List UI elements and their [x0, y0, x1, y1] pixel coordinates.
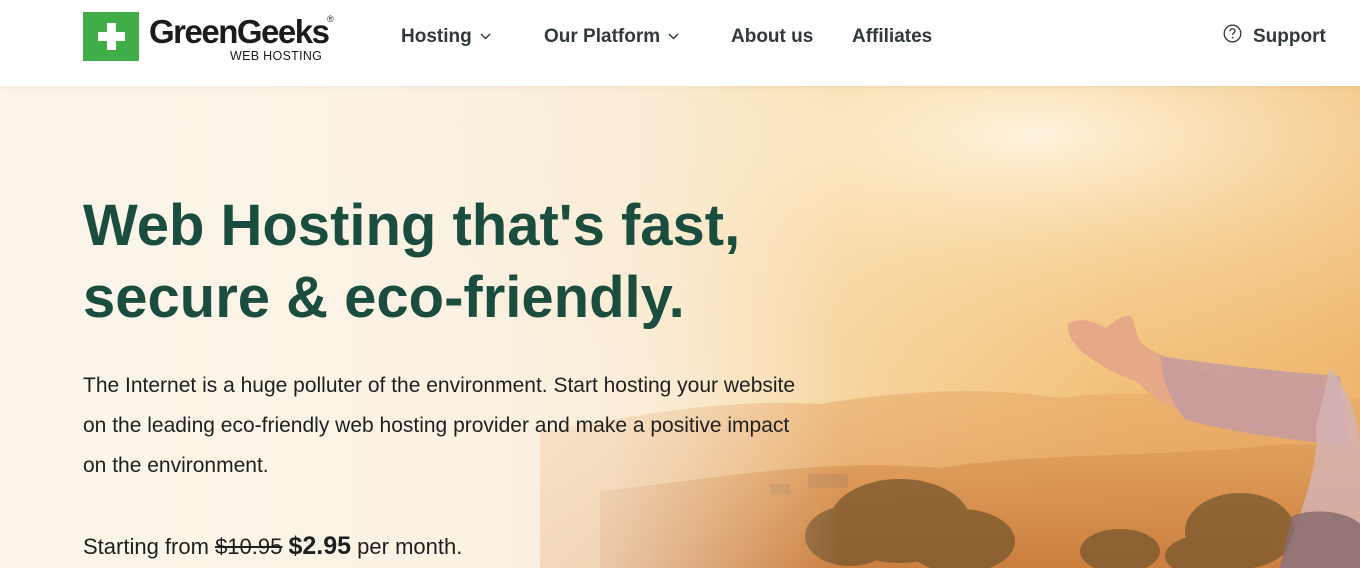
plus-icon: [83, 12, 139, 61]
chevron-down-icon: [480, 33, 491, 41]
hero-section: Web Hosting that's fast, secure & eco-fr…: [0, 86, 1360, 568]
registered-mark: ®: [327, 14, 334, 24]
hero-headline: Web Hosting that's fast, secure & eco-fr…: [83, 193, 741, 330]
logo-wordmark: GreenGeeks: [149, 13, 330, 50]
new-price: $2.95: [288, 532, 352, 560]
nav-affiliates[interactable]: Affiliates: [852, 24, 932, 50]
pricing-line: Starting from $10.95 $2.95 per month.: [83, 532, 462, 561]
nav-hosting[interactable]: Hosting: [401, 24, 491, 50]
hero-description: The Internet is a huge polluter of the e…: [83, 374, 796, 477]
nav-hosting-label: Hosting: [401, 26, 472, 47]
logo-subtitle: WEB HOSTING: [230, 49, 323, 63]
help-circle-icon: [1223, 24, 1242, 43]
price-prefix: Starting from: [83, 534, 209, 559]
old-price: $10.95: [215, 534, 283, 559]
chevron-down-icon: [668, 33, 679, 41]
nav-about-us[interactable]: About us: [731, 24, 813, 50]
nav-support-label: Support: [1253, 26, 1326, 47]
nav-support[interactable]: Support: [1223, 24, 1326, 50]
price-suffix: per month.: [357, 534, 463, 559]
greengeeks-logo[interactable]: GreenGeeks ® WEB HOSTING: [83, 12, 343, 63]
nav-our-platform[interactable]: Our Platform: [544, 24, 679, 50]
nav-platform-label: Our Platform: [544, 26, 661, 47]
site-header: GreenGeeks ® WEB HOSTING Hosting Our Pla…: [0, 0, 1360, 86]
